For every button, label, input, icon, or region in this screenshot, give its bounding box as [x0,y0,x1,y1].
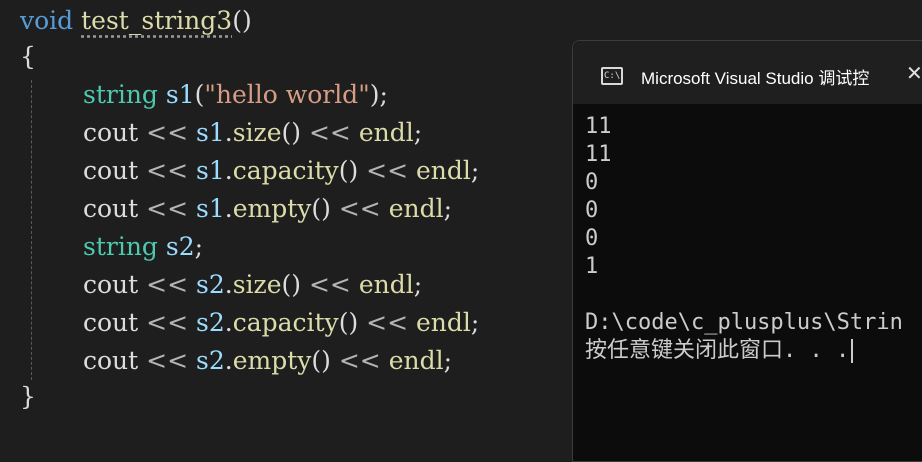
dot: . [224,118,233,147]
operator: << [138,118,196,147]
console-icon: C:\ [601,67,623,85]
identifier: cout [83,156,139,185]
code-line-5: cout << s1.capacity() << endl; [83,152,479,190]
console-output-line: 11 [585,142,612,167]
operator: << [330,194,389,223]
console-output-line: 11 [585,114,612,139]
paren: () [338,156,359,185]
variable: s2 [196,346,225,375]
variable: s2 [165,232,195,261]
console-titlebar[interactable]: C:\ Microsoft Visual Studio 调试控 ✕ [573,41,922,104]
identifier: cout [83,308,139,337]
code-line-6: cout << s1.empty() << endl; [83,190,452,228]
close-brace: } [20,382,36,411]
console-output-line: 0 [585,198,599,223]
semicolon: ; [470,156,480,185]
code-line-3: string s1("hello world"); [83,76,388,114]
semicolon: ; [413,270,423,299]
identifier: endl [416,308,471,337]
variable: s1 [196,118,225,147]
method: capacity [232,308,339,337]
type-name: string [83,80,158,109]
paren: () [311,194,331,223]
identifier: cout [83,118,139,147]
text-caret [851,339,854,363]
dot: . [224,308,233,337]
identifier: cout [83,194,139,223]
identifier: endl [358,118,414,147]
console-prompt-text: 按任意键关闭此窗口. . . [585,338,850,363]
indent-guide [31,80,32,380]
code-line-7: string s2; [83,228,203,266]
paren: () [338,308,359,337]
dot: . [224,194,233,223]
close-icon[interactable]: ✕ [906,61,922,85]
paren: () [311,346,331,375]
code-line-9: cout << s2.capacity() << endl; [83,304,479,342]
operator: << [138,270,196,299]
type-name: string [83,232,158,261]
keyword: void [20,6,74,35]
method: empty [232,194,312,223]
code-line-11: } [20,378,36,416]
code-line-10: cout << s2.empty() << endl; [83,342,452,380]
operator: << [138,346,196,375]
paren: () [281,270,302,299]
paren: ); [369,80,388,109]
paren: () [281,118,302,147]
identifier: endl [416,156,471,185]
console-icon-label: C:\ [604,71,621,81]
variable: s2 [196,270,225,299]
method: capacity [232,156,339,185]
paren: ( [194,80,205,109]
code-line-2: { [20,38,36,76]
console-prompt-line: 按任意键关闭此窗口. . . [585,337,854,365]
operator: << [138,156,196,185]
variable: s1 [196,194,225,223]
method: empty [232,346,312,375]
code-line-4: cout << s1.size() << endl; [83,114,422,152]
operator: << [330,346,389,375]
operator: << [358,308,416,337]
code-line-1: void test_string3() [20,2,252,40]
semicolon: ; [194,232,204,261]
string-literal: "hello world" [204,80,370,109]
semicolon: ; [470,308,480,337]
debug-console-window[interactable]: C:\ Microsoft Visual Studio 调试控 ✕ 11 11 … [572,40,922,462]
identifier: endl [358,270,414,299]
paren: () [232,6,252,35]
code-line-8: cout << s2.size() << endl; [83,266,422,304]
console-output-line: 0 [585,226,599,251]
dot: . [224,156,233,185]
method: size [232,118,282,147]
operator: << [138,194,196,223]
open-brace: { [20,42,36,71]
identifier: cout [83,270,139,299]
console-output-line: D:\code\c_plusplus\Strin [585,310,903,335]
semicolon: ; [413,118,423,147]
semicolon: ; [443,194,453,223]
variable: s2 [196,308,225,337]
operator: << [301,118,359,147]
identifier: endl [388,346,444,375]
variable: s1 [196,156,225,185]
identifier: cout [83,346,139,375]
operator: << [358,156,416,185]
dot: . [224,270,233,299]
method: size [232,270,282,299]
variable: s1 [165,80,195,109]
operator: << [138,308,196,337]
semicolon: ; [443,346,453,375]
function-name: test_string3 [81,6,233,35]
identifier: endl [388,194,444,223]
console-output-line: 0 [585,170,599,195]
console-output-line: 1 [585,254,599,279]
operator: << [301,270,359,299]
dot: . [224,346,233,375]
window-title: Microsoft Visual Studio 调试控 [641,69,870,88]
